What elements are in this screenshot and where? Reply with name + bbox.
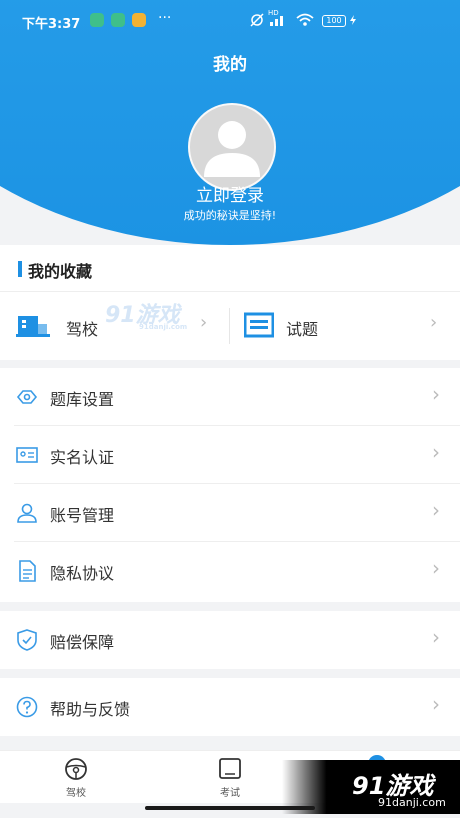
menu-item-help[interactable]: 帮助与反馈 › xyxy=(0,678,460,736)
shield-icon xyxy=(17,629,37,651)
menu-item-privacy[interactable]: 隐私协议 › xyxy=(0,542,460,600)
nav-tab-label: 驾校 xyxy=(66,788,86,799)
question-bank-icon xyxy=(16,390,38,404)
help-icon xyxy=(16,696,38,718)
more-notifications: ··· xyxy=(158,10,172,26)
chevron-right-icon: › xyxy=(430,312,438,333)
menu-item-compensation[interactable]: 赔偿保障 › xyxy=(0,611,460,669)
favorite-questions-label: 试题 xyxy=(286,320,319,339)
chevron-right-icon: › xyxy=(432,625,440,649)
favorite-questions-button[interactable]: 试题 › xyxy=(230,300,460,352)
chevron-right-icon: › xyxy=(432,556,440,580)
battery-icon: 100 xyxy=(322,15,346,27)
wifi-icon xyxy=(296,13,314,26)
login-link[interactable]: 立即登录 xyxy=(0,181,460,206)
charging-icon xyxy=(350,15,356,25)
signal-icon xyxy=(270,16,283,26)
settings-group: 题库设置 › 实名认证 › 账号管理 › 隐私协议 › xyxy=(0,368,460,602)
menu-item-label: 隐私协议 xyxy=(50,564,115,583)
notification-icon xyxy=(111,13,125,27)
menu-item-label: 赔偿保障 xyxy=(50,633,115,652)
guarantee-group: 赔偿保障 › xyxy=(0,611,460,669)
questions-icon xyxy=(244,312,274,338)
favorites-title: 我的收藏 xyxy=(28,262,93,281)
nav-tab-exam[interactable]: 考试 xyxy=(200,757,260,799)
nav-tab-driving-school[interactable]: 驾校 xyxy=(46,757,106,799)
menu-item-account[interactable]: 账号管理 › xyxy=(0,484,460,542)
status-time: 下午3:37 xyxy=(22,17,81,32)
message-icon xyxy=(132,13,146,27)
menu-item-question-bank[interactable]: 题库设置 › xyxy=(0,368,460,426)
exam-icon xyxy=(219,758,241,779)
chevron-right-icon: › xyxy=(432,498,440,522)
menu-item-label: 题库设置 xyxy=(50,390,115,409)
default-avatar-icon xyxy=(204,121,260,177)
nav-tab-label: 考试 xyxy=(220,788,240,799)
id-card-icon xyxy=(16,447,38,463)
user-icon xyxy=(17,503,37,523)
alarm-off-icon xyxy=(250,13,264,27)
menu-item-label: 实名认证 xyxy=(50,448,115,467)
menu-item-verification[interactable]: 实名认证 › xyxy=(0,426,460,484)
page-title: 我的 xyxy=(213,55,247,75)
watermark-logo: 91游戏 91danji.com xyxy=(105,303,188,331)
steering-wheel-icon xyxy=(65,758,87,780)
favorite-school-label: 驾校 xyxy=(66,320,99,339)
status-bar: 下午3:37 ··· HD 100 xyxy=(0,0,460,40)
chevron-right-icon: › xyxy=(200,312,208,333)
menu-item-label: 帮助与反馈 xyxy=(50,700,131,719)
school-icon xyxy=(16,316,50,337)
chevron-right-icon: › xyxy=(432,440,440,464)
chevron-right-icon: › xyxy=(432,382,440,406)
home-gesture-bar[interactable] xyxy=(145,806,315,810)
chevron-right-icon: › xyxy=(432,692,440,716)
help-group: 帮助与反馈 › xyxy=(0,678,460,736)
document-icon xyxy=(19,560,36,582)
notification-icon xyxy=(90,13,104,27)
slogan: 成功的秘诀是坚持! xyxy=(183,209,277,222)
menu-item-label: 账号管理 xyxy=(50,506,115,525)
avatar[interactable] xyxy=(188,103,276,191)
divider xyxy=(0,291,460,292)
